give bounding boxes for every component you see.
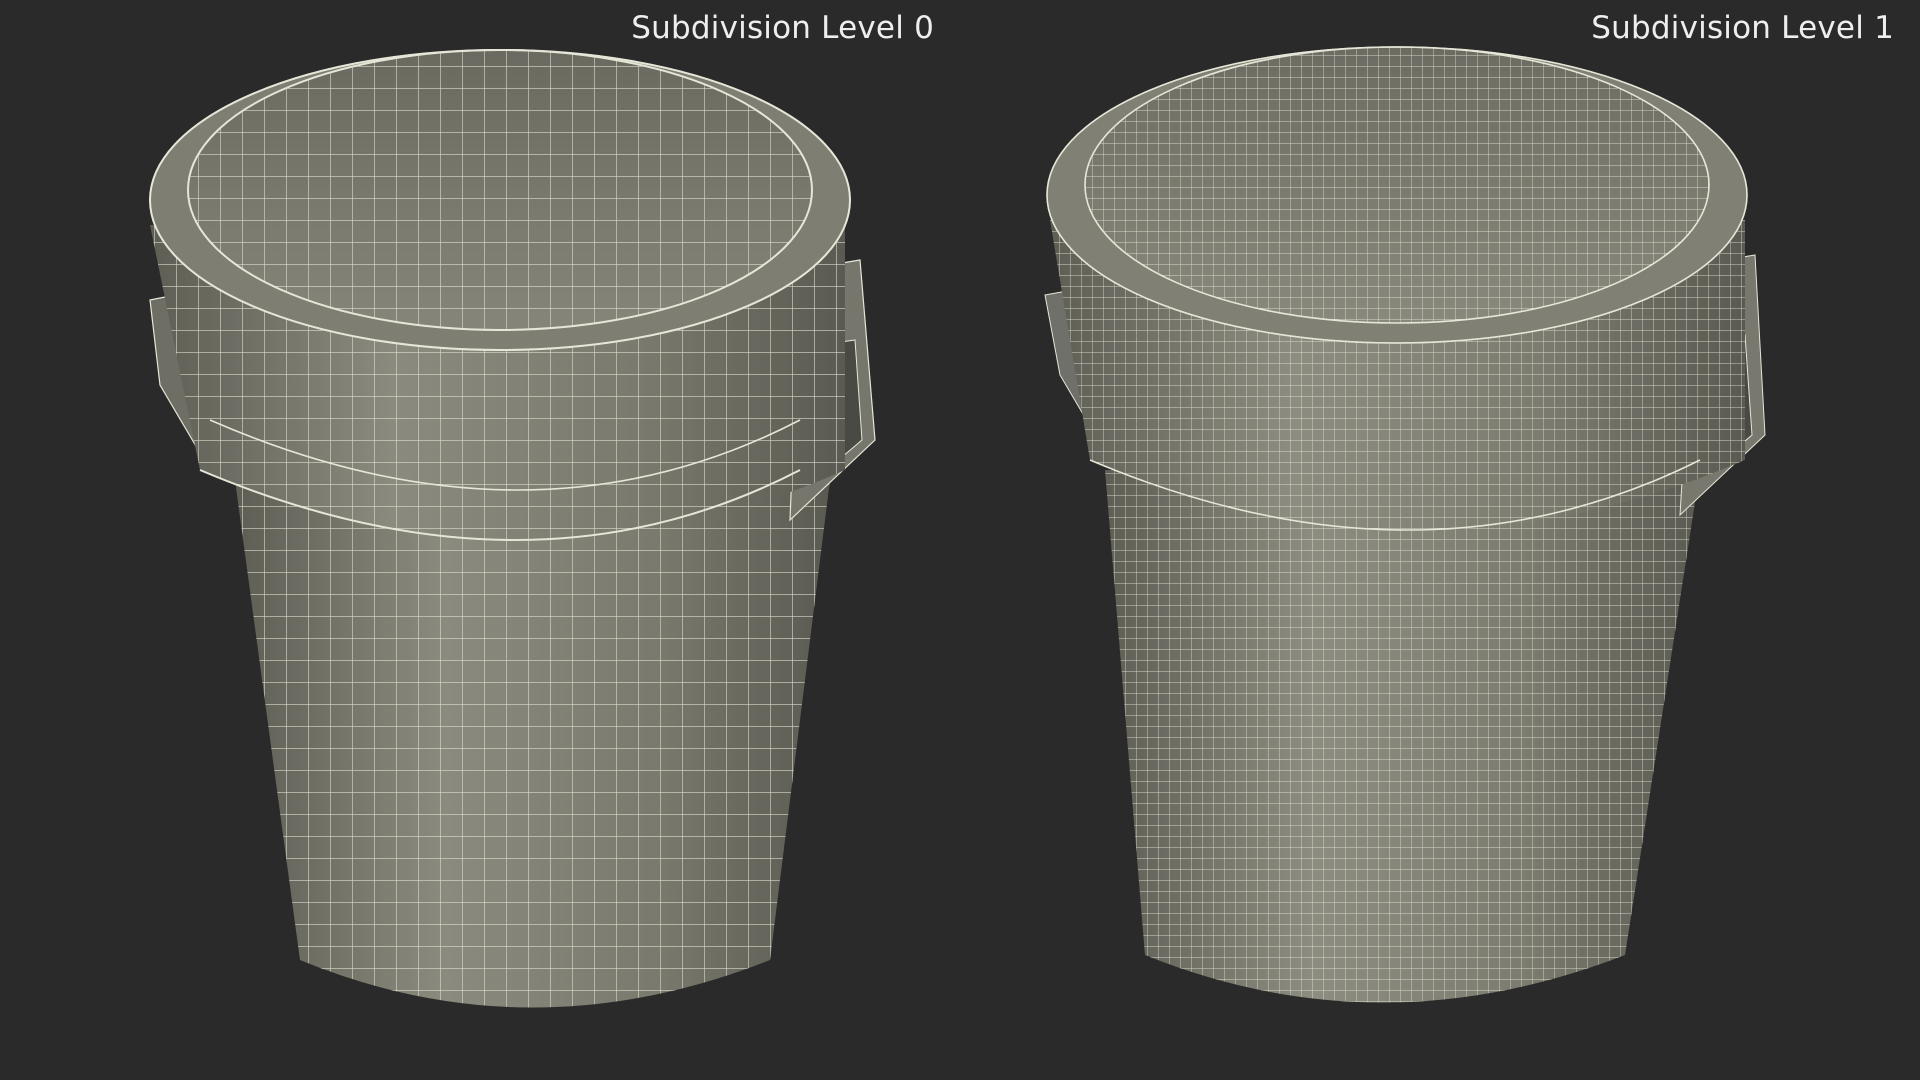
subdivision-level-label: Subdivision Level 1 [1591,10,1894,46]
panel-subdivision-0: Subdivision Level 0 [0,0,960,1080]
subdivision-level-label: Subdivision Level 0 [631,10,934,46]
trash-can-wireframe-coarse [149,49,876,1008]
trash-can-wireframe-fine [1044,46,1766,1003]
panel-subdivision-1: Subdivision Level 1 [960,0,1920,1080]
render-viewport: Subdivision Level 0 Subdivision Level 1 [0,0,1920,1080]
